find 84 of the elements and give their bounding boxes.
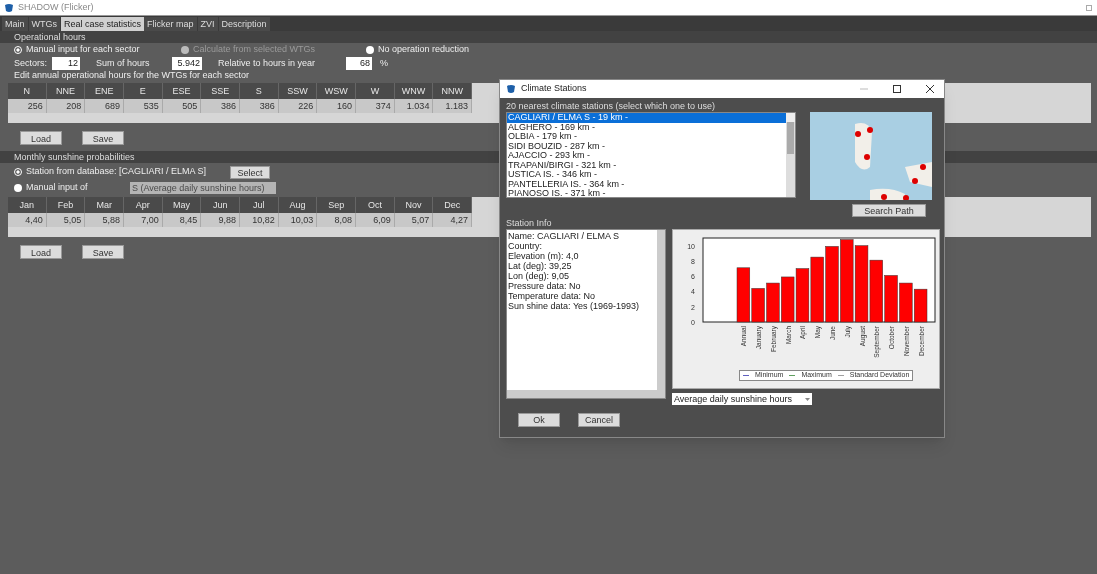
table-cell: 689 bbox=[85, 99, 124, 113]
table-cell: 10,03 bbox=[278, 213, 318, 227]
table-cell: 160 bbox=[317, 99, 357, 113]
app-logo-icon bbox=[4, 2, 14, 13]
list-item[interactable]: USTICA IS. - 346 km - bbox=[507, 170, 786, 180]
radio-button[interactable] bbox=[366, 45, 374, 54]
table-cell: 226 bbox=[278, 99, 318, 113]
list-item[interactable]: TRAPANI/BIRGI - 321 km - bbox=[507, 160, 786, 170]
table-cell: 505 bbox=[162, 99, 202, 113]
list-item[interactable]: PIANOSO IS. - 371 km - bbox=[507, 189, 786, 197]
list-item[interactable]: AJACCIO - 293 km - bbox=[507, 151, 786, 161]
search-path-button[interactable]: Search Path bbox=[852, 204, 926, 217]
table-cell: 1.183 bbox=[433, 99, 473, 113]
tab[interactable]: WTGs bbox=[28, 17, 60, 31]
tab[interactable]: Description bbox=[218, 17, 270, 31]
list-item[interactable]: OLBIA - 179 km - bbox=[507, 132, 786, 142]
table-cell: 386 bbox=[201, 99, 241, 113]
app-logo-icon bbox=[506, 84, 516, 94]
table-cell: 8,08 bbox=[317, 213, 357, 227]
table-cell: 5,88 bbox=[85, 213, 124, 227]
radio-label: Manual input for each sector bbox=[26, 42, 140, 56]
table-cell: 535 bbox=[124, 99, 163, 113]
info-line: Pressure data: No bbox=[508, 281, 582, 291]
info-line: Temperature data: No bbox=[508, 291, 597, 301]
table-cell: 5,05 bbox=[46, 213, 86, 227]
list-item[interactable]: SIDI BOUZID - 287 km - bbox=[507, 141, 786, 151]
tab[interactable]: Main bbox=[2, 17, 28, 31]
table-cell: 8,45 bbox=[162, 213, 202, 227]
radio-button[interactable] bbox=[14, 184, 22, 192]
table-cell: 386 bbox=[240, 99, 279, 113]
list-item[interactable]: PANTELLERIA IS. - 364 km - bbox=[507, 179, 786, 189]
table-cell: 10,82 bbox=[240, 213, 279, 227]
info-line: Lat (deg): 39,25 bbox=[508, 261, 573, 271]
close-icon[interactable] bbox=[926, 85, 934, 93]
table-cell: 6,09 bbox=[356, 213, 395, 227]
section-label: Station Info bbox=[505, 217, 553, 229]
dialog-title: Climate Stations bbox=[521, 82, 588, 96]
sum-field[interactable]: 5.942 bbox=[172, 56, 202, 71]
table-cell: 256 bbox=[8, 99, 47, 113]
table-cell: 7,00 bbox=[124, 213, 163, 227]
field-label: Sum of hours bbox=[96, 56, 151, 70]
button[interactable]: Save bbox=[82, 245, 124, 259]
chart-dropdown[interactable]: Average daily sunshine hours bbox=[672, 393, 812, 405]
info-line: Sun shine data: Yes (1969-1993) bbox=[508, 301, 641, 311]
button[interactable]: Load bbox=[20, 245, 62, 259]
table-cell: 5,07 bbox=[394, 213, 434, 227]
radio-label: Station from database: [CAGLIARI / ELMA S] bbox=[26, 165, 207, 179]
table-cell: 9,88 bbox=[201, 213, 241, 227]
info-line: Lon (deg): 9,05 bbox=[508, 271, 571, 281]
info-line: Elevation (m): 4,0 bbox=[508, 251, 580, 261]
field-label: Relative to hours in year bbox=[218, 56, 317, 70]
button[interactable]: Ok bbox=[518, 413, 560, 427]
scrollbar[interactable] bbox=[786, 113, 795, 197]
radio-label: Manual input of bbox=[26, 181, 88, 195]
tab[interactable]: Flicker map bbox=[144, 17, 197, 31]
relative-field[interactable]: 68 bbox=[346, 56, 372, 71]
tab[interactable]: ZVI bbox=[197, 17, 218, 31]
section-title: Operational hours bbox=[0, 31, 1097, 43]
window-title: SHADOW (Flicker) bbox=[18, 0, 94, 14]
table-cell: 1.034 bbox=[394, 99, 434, 113]
radio-label: No operation reduction bbox=[378, 42, 470, 56]
maximize-icon[interactable] bbox=[893, 85, 901, 93]
info-line: Name: CAGLIARI / ELMA S bbox=[508, 231, 621, 241]
button[interactable]: Cancel bbox=[578, 413, 620, 427]
radio-button[interactable] bbox=[14, 45, 22, 54]
dropdown-value: Average daily sunshine hours bbox=[674, 393, 792, 405]
button[interactable]: Load bbox=[20, 131, 62, 145]
hint-text: Edit annual operational hours for the WTGs for each sector bbox=[13, 70, 251, 81]
button[interactable]: Save bbox=[82, 131, 124, 145]
radio-button[interactable] bbox=[14, 168, 22, 176]
select-button[interactable]: Select bbox=[230, 165, 270, 179]
list-label: 20 nearest climate stations (select which one to use) bbox=[505, 101, 717, 112]
table-cell: 4,40 bbox=[8, 213, 47, 227]
scrollbar[interactable] bbox=[657, 230, 665, 398]
tab[interactable]: Real case statistics bbox=[61, 17, 145, 31]
info-line: Country: bbox=[508, 241, 543, 251]
scrollbar[interactable] bbox=[507, 390, 657, 398]
table-cell: 4,27 bbox=[433, 213, 473, 227]
table-cell: 374 bbox=[356, 99, 395, 113]
table-cell: 208 bbox=[46, 99, 86, 113]
list-item[interactable]: CAGLIARI / ELMA S - 19 km - bbox=[507, 113, 786, 123]
list-item[interactable]: ALGHERO - 169 km - bbox=[507, 122, 786, 132]
unit-label: % bbox=[380, 56, 388, 70]
sectors-field[interactable]: 12 bbox=[52, 56, 80, 71]
